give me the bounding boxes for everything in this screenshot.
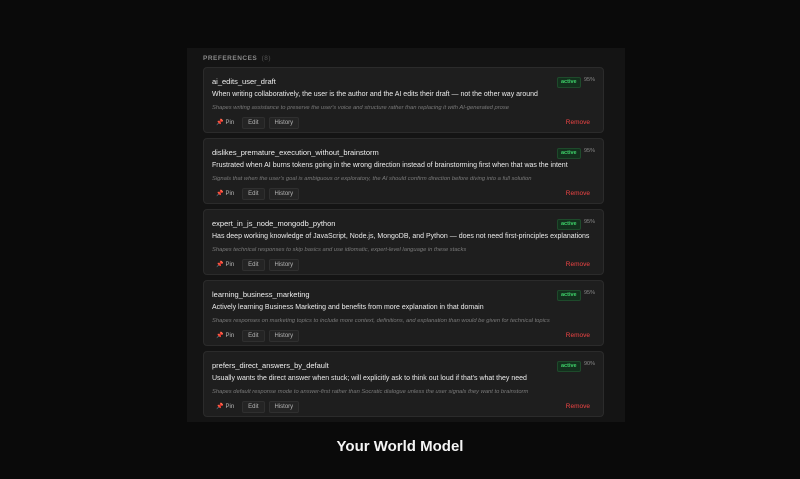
pushpin-icon: 📌 bbox=[216, 120, 224, 126]
history-button[interactable]: History bbox=[268, 117, 300, 129]
pin-button[interactable]: 📌 Pin bbox=[212, 117, 238, 129]
status-badge: active bbox=[557, 290, 581, 301]
preference-description: Frustrated when AI burns tokens going in… bbox=[212, 162, 568, 169]
preference-card: ai_edits_user_draft active 95% When writ… bbox=[203, 67, 604, 133]
page-title: Your World Model bbox=[336, 438, 464, 455]
remove-button[interactable]: Remove bbox=[566, 403, 590, 410]
pushpin-icon: 📌 bbox=[216, 404, 224, 410]
section-title: PREFERENCES bbox=[203, 55, 258, 62]
pin-label: Pin bbox=[225, 262, 235, 268]
preference-name: learning_business_marketing bbox=[212, 290, 310, 299]
history-button[interactable]: History bbox=[268, 330, 300, 342]
confidence-value: 95% bbox=[584, 77, 596, 83]
pin-label: Pin bbox=[225, 404, 235, 410]
preferences-panel: PREFERENCES (8) ai_edits_user_draft acti… bbox=[187, 48, 625, 422]
confidence-value: 90% bbox=[584, 361, 596, 367]
remove-button[interactable]: Remove bbox=[566, 190, 590, 197]
remove-button[interactable]: Remove bbox=[566, 261, 590, 268]
edit-button[interactable]: Edit bbox=[242, 117, 265, 129]
status-badge: active bbox=[557, 219, 581, 230]
preference-subtext: Shapes technical responses to skip basic… bbox=[212, 247, 467, 253]
preference-subtext: Shapes writing assistance to preserve th… bbox=[212, 105, 510, 111]
preference-description: Actively learning Business Marketing and… bbox=[212, 304, 484, 311]
preference-name: ai_edits_user_draft bbox=[212, 77, 276, 86]
pushpin-icon: 📌 bbox=[216, 262, 224, 268]
preference-subtext: Shapes responses on marketing topics to … bbox=[212, 318, 550, 324]
card-actions: 📌 Pin Edit History bbox=[212, 401, 300, 413]
edit-button[interactable]: Edit bbox=[242, 330, 265, 342]
history-button[interactable]: History bbox=[268, 401, 300, 413]
pin-label: Pin bbox=[225, 120, 235, 126]
confidence-value: 95% bbox=[584, 148, 596, 154]
pushpin-icon: 📌 bbox=[216, 333, 224, 339]
card-actions: 📌 Pin Edit History bbox=[212, 330, 300, 342]
preference-card: prefers_direct_answers_by_default active… bbox=[203, 351, 604, 417]
edit-button[interactable]: Edit bbox=[242, 188, 265, 200]
section-count: (8) bbox=[261, 55, 272, 62]
preference-name: prefers_direct_answers_by_default bbox=[212, 361, 329, 370]
preference-card: expert_in_js_node_mongodb_python active … bbox=[203, 209, 604, 275]
preference-subtext: Shapes default response mode to answer-f… bbox=[212, 389, 529, 395]
preference-description: When writing collaboratively, the user i… bbox=[212, 91, 538, 98]
confidence-value: 95% bbox=[584, 219, 596, 225]
confidence-value: 95% bbox=[584, 290, 596, 296]
pin-label: Pin bbox=[225, 191, 235, 197]
preference-subtext: Signals that when the user's goal is amb… bbox=[212, 176, 532, 182]
status-badge: active bbox=[557, 77, 581, 88]
pin-label: Pin bbox=[225, 333, 235, 339]
pin-button[interactable]: 📌 Pin bbox=[212, 259, 238, 271]
card-actions: 📌 Pin Edit History bbox=[212, 188, 300, 200]
preference-description: Has deep working knowledge of JavaScript… bbox=[212, 233, 590, 240]
remove-button[interactable]: Remove bbox=[566, 332, 590, 339]
edit-button[interactable]: Edit bbox=[242, 401, 265, 413]
preference-card: learning_business_marketing active 95% A… bbox=[203, 280, 604, 346]
preference-name: expert_in_js_node_mongodb_python bbox=[212, 219, 336, 228]
card-actions: 📌 Pin Edit History bbox=[212, 259, 300, 271]
section-header: PREFERENCES (8) bbox=[203, 55, 271, 62]
edit-button[interactable]: Edit bbox=[242, 259, 265, 271]
status-badge: active bbox=[557, 148, 581, 159]
remove-button[interactable]: Remove bbox=[566, 119, 590, 126]
preference-description: Usually wants the direct answer when stu… bbox=[212, 375, 527, 382]
pushpin-icon: 📌 bbox=[216, 191, 224, 197]
card-actions: 📌 Pin Edit History bbox=[212, 117, 300, 129]
preference-card: dislikes_premature_execution_without_bra… bbox=[203, 138, 604, 204]
preference-name: dislikes_premature_execution_without_bra… bbox=[212, 148, 379, 157]
pin-button[interactable]: 📌 Pin bbox=[212, 401, 238, 413]
status-badge: active bbox=[557, 361, 581, 372]
pin-button[interactable]: 📌 Pin bbox=[212, 188, 238, 200]
history-button[interactable]: History bbox=[268, 188, 300, 200]
history-button[interactable]: History bbox=[268, 259, 300, 271]
pin-button[interactable]: 📌 Pin bbox=[212, 330, 238, 342]
